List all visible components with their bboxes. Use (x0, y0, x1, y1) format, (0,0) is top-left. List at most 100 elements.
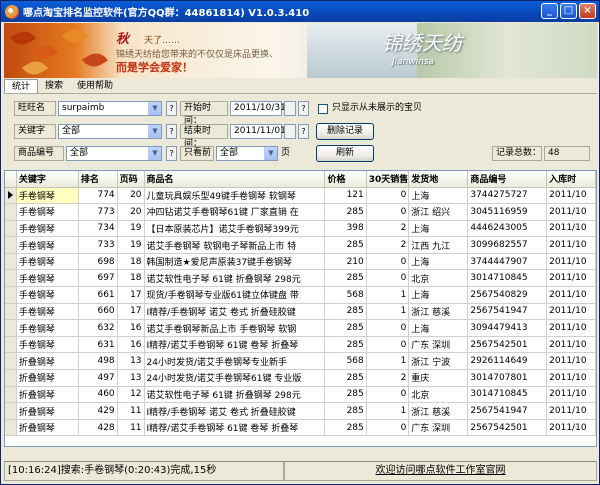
column-header[interactable]: 商品名 (144, 171, 326, 188)
shop-label: 旺旺名 (14, 101, 56, 116)
chevron-down-icon[interactable]: ▼ (148, 147, 161, 160)
column-header[interactable]: 页码 (117, 171, 145, 188)
column-header[interactable]: 入库时 (546, 171, 596, 188)
tab-help[interactable]: 使用帮助 (70, 79, 120, 93)
table-cell: 江西 九江 (408, 236, 469, 254)
leaf-decoration (21, 56, 49, 78)
table-row[interactable]: 手卷钢琴 632 16 诺艾手卷钢琴新品上市 手卷钢琴 软钢 285 0 上海 3094479… (5, 319, 596, 337)
top-pages-select[interactable]: 全部 ▼ (216, 146, 278, 161)
item-code-select[interactable]: 全部 ▼ (66, 146, 162, 161)
table-cell: 2011/10 (546, 203, 596, 221)
end-time-input[interactable]: 2011/11/01 (230, 124, 286, 139)
item-code-help-button[interactable]: ? (166, 146, 177, 161)
total-value: 48 (544, 146, 590, 161)
row-indicator[interactable] (5, 187, 17, 205)
table-cell: 285 (324, 303, 367, 321)
start-help-button[interactable]: ? (298, 101, 309, 116)
item-code-label: 商品编号 (14, 146, 64, 161)
end-help-button[interactable]: ? (298, 124, 309, 139)
minimize-button[interactable]: _ (541, 3, 558, 19)
row-indicator[interactable] (5, 319, 17, 337)
table-cell: 3045116959 (467, 203, 548, 221)
column-header[interactable]: 30天销售 (366, 171, 410, 188)
table-row[interactable]: 手卷钢琴 660 17 I精荐/手卷钢琴 诺艾 卷式 折叠硅胶键 285 1 浙江 慈溪 25… (5, 303, 596, 321)
table-cell: 568 (324, 352, 367, 371)
item-code-value: 全部 (70, 148, 89, 158)
table-row[interactable]: 手卷钢琴 774 20 儿童玩具娱乐型49键手卷钢琴 软钢琴 121 0 上海 3744275… (5, 187, 596, 205)
only-unseen-checkbox[interactable] (318, 104, 328, 114)
keyword-select[interactable]: 全部 ▼ (58, 124, 162, 139)
table-row[interactable]: 手卷钢琴 733 19 诺艾手卷钢琴 软钢电子琴新品上市 特 285 2 江西 九江 3099… (5, 236, 596, 254)
row-indicator[interactable] (5, 303, 17, 321)
row-indicator[interactable] (5, 253, 17, 271)
table-row[interactable]: 折叠钢琴 460 12 诺艾软性电子琴 61键 折叠钢琴 298元 285 0 北京 3014… (5, 386, 596, 404)
table-cell: 20 (117, 187, 145, 205)
table-cell: 285 (324, 319, 367, 337)
table-cell: 18 (117, 269, 145, 288)
keyword-help-button[interactable]: ? (166, 124, 177, 139)
column-header[interactable]: 排名 (78, 171, 118, 188)
keyword-value: 全部 (62, 126, 81, 136)
table-row[interactable]: 折叠钢琴 498 13 24小时发货/诺艾手卷钢琴专业新手 568 1 浙江 宁波 29261… (5, 352, 596, 371)
table-cell: 285 (324, 419, 367, 437)
column-header[interactable]: 关键字 (16, 171, 79, 188)
row-indicator[interactable] (5, 402, 17, 420)
shop-help-button[interactable]: ? (166, 101, 177, 116)
tab-stats[interactable]: 统计 (4, 79, 39, 93)
column-header[interactable]: 价格 (324, 171, 367, 188)
row-indicator[interactable] (5, 352, 17, 371)
maximize-button[interactable]: □ (560, 3, 577, 19)
results-table[interactable]: 关键字 排名 页码 商品名 价格 30天销售 发货地 商品编号 入库时 手卷钢琴 774 20 儿童玩… (4, 170, 597, 447)
table-cell: 上海 (408, 253, 469, 271)
table-row[interactable]: 手卷钢琴 661 17 现货/手卷钢琴专业版61键立体键盘 带 568 1 上海 256754… (5, 286, 596, 304)
row-indicator[interactable] (5, 419, 17, 437)
delete-records-button[interactable]: 删除记录 (316, 123, 374, 140)
row-indicator[interactable] (5, 369, 17, 387)
refresh-button[interactable]: 刷新 (316, 145, 374, 162)
chevron-down-icon[interactable]: ▼ (148, 125, 161, 138)
row-indicator[interactable] (5, 386, 17, 404)
chevron-down-icon[interactable]: ▼ (264, 147, 277, 160)
row-indicator[interactable] (5, 203, 17, 221)
ad-banner[interactable]: 秋 天了…… 锦绣天纺给您带来的不仅仅是床品更换、 而是学会爱家！ 锦绣天纺 J… (4, 23, 597, 78)
row-indicator[interactable] (5, 236, 17, 254)
table-row[interactable]: 手卷钢琴 734 19 【日本原装芯片】诺艾手卷钢琴399元 398 2 上海 4446243… (5, 220, 596, 238)
table-row[interactable]: 手卷钢琴 697 18 诺艾软性电子琴 61键 折叠钢琴 298元 285 0 北京 3014… (5, 269, 596, 288)
table-cell: 3014710845 (467, 269, 548, 288)
end-date-picker-button[interactable] (284, 124, 296, 139)
website-link[interactable]: 欢迎访问哪点软件工作室官网 (284, 461, 597, 481)
table-row[interactable]: 折叠钢琴 428 11 I精荐/诺艾手卷钢琴 61键 卷琴 折叠琴 285 0 广东 深圳 2… (5, 419, 596, 437)
table-cell: 3744275727 (467, 187, 548, 205)
shop-select[interactable]: surpaimb ▼ (58, 101, 162, 116)
page-unit-label: 页 (281, 148, 291, 158)
row-indicator[interactable] (5, 336, 17, 354)
table-row[interactable]: 手卷钢琴 773 20 冲四钻诺艾手卷钢琴61键 厂家直销 在 285 0 浙江 绍兴 304… (5, 203, 596, 221)
table-row[interactable]: 折叠钢琴 497 13 24小时发货/诺艾手卷钢琴61键 专业版 285 2 重庆 30147… (5, 369, 596, 387)
row-indicator[interactable] (5, 286, 17, 304)
table-cell: 24小时发货/诺艾手卷钢琴专业新手 (144, 352, 326, 371)
table-cell: 285 (324, 369, 367, 387)
table-row[interactable]: 手卷钢琴 698 18 韩国制造★爱尼声原装37键手卷钢琴 210 0 上海 37444479… (5, 253, 596, 271)
start-date-picker-button[interactable] (284, 101, 296, 116)
table-cell: 手卷钢琴 (16, 269, 79, 288)
row-indicator[interactable] (5, 269, 17, 288)
table-cell: 折叠钢琴 (16, 419, 79, 437)
row-indicator[interactable] (5, 220, 17, 238)
table-row[interactable]: 手卷钢琴 631 16 I精荐/诺艾手卷钢琴 61键 卷琴 折叠琴 285 0 广东 深圳 2… (5, 336, 596, 354)
title-bar[interactable]: 哪点淘宝排名监控软件(官方QQ群：44861814) V1.0.3.410 _ … (1, 1, 599, 22)
table-cell: 儿童玩具娱乐型49键手卷钢琴 软钢琴 (144, 187, 326, 205)
tab-search[interactable]: 搜索 (38, 79, 70, 93)
table-cell: 诺艾手卷钢琴新品上市 手卷钢琴 软钢 (144, 319, 326, 337)
column-header[interactable]: 商品编号 (467, 171, 548, 188)
table-cell: 2011/10 (546, 386, 596, 404)
banner-text: 天了…… (144, 36, 181, 46)
start-time-input[interactable]: 2011/10/31 (230, 101, 286, 116)
table-cell: 661 (78, 286, 118, 304)
column-header[interactable]: 发货地 (408, 171, 469, 188)
leaf-decoration (31, 40, 59, 64)
chevron-down-icon[interactable]: ▼ (148, 102, 161, 115)
close-button[interactable]: × (579, 3, 596, 19)
table-cell: 18 (117, 253, 145, 271)
table-cell: 20 (117, 203, 145, 221)
table-row[interactable]: 折叠钢琴 429 11 I精荐/手卷钢琴 诺艾 卷式 折叠硅胶键 285 1 浙江 慈溪 25… (5, 402, 596, 420)
